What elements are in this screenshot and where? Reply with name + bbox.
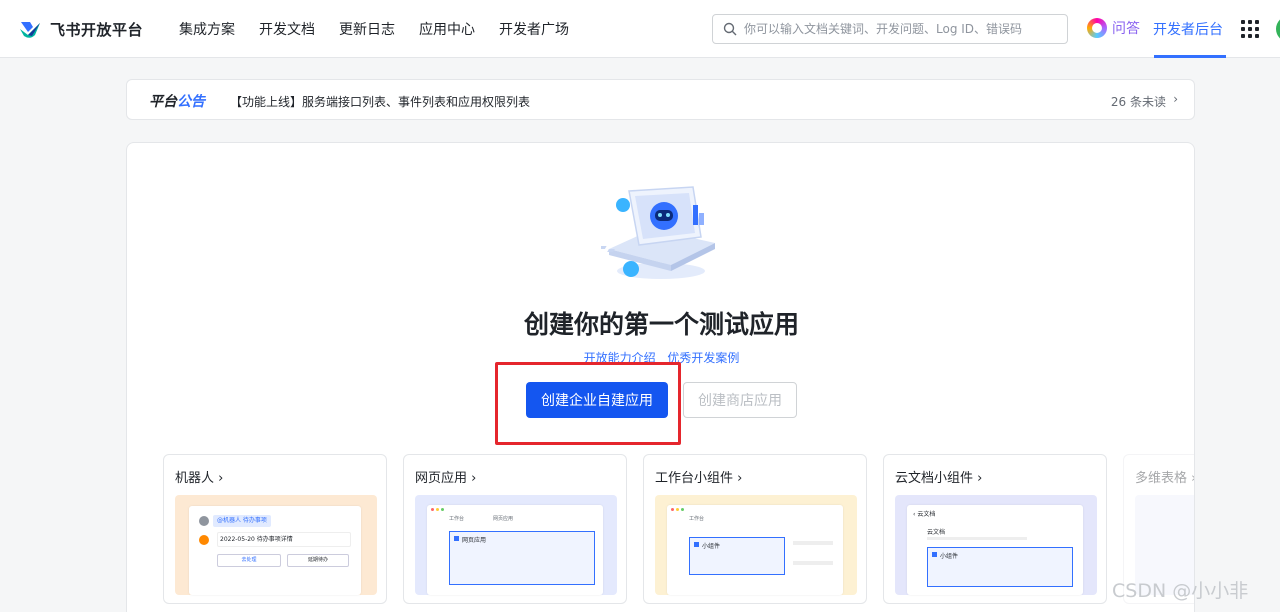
announcement-title: 平台公告 [149, 94, 205, 110]
create-store-app-button[interactable]: 创建商店应用 [683, 382, 797, 418]
template-preview: 工作台 网页应用 网页应用 [415, 495, 617, 595]
logo[interactable]: 飞书开放平台 [18, 19, 143, 40]
create-app-panel: 创建你的第一个测试应用 开放能力介绍 优秀开发案例 创建企业自建应用 创建商店应… [126, 142, 1195, 612]
search-icon [723, 22, 737, 36]
feishu-logo-icon [20, 21, 40, 38]
logo-text: 飞书开放平台 [50, 21, 144, 39]
top-navbar: 飞书开放平台 集成方案 开发文档 更新日志 应用中心 开发者广场 问答 开发者后… [0, 0, 1280, 58]
template-preview: @机器人 待办事项 2022-05-20 待办事项详情 去处理 延期待办 [175, 495, 377, 595]
main-nav: 集成方案 开发文档 更新日志 应用中心 开发者广场 [179, 19, 569, 39]
announcement-bar[interactable]: 平台公告 【功能上线】服务端接口列表、事件列表和应用权限列表 26 条未读 › [126, 79, 1195, 120]
template-preview: ‹ 云文档 云文档 小组件 [895, 495, 1097, 595]
template-card-web-app[interactable]: 网页应用 › 工作台 网页应用 网页应用 [403, 454, 627, 604]
template-card-workbench-widget[interactable]: 工作台小组件 › 工作台 小组件 [643, 454, 867, 604]
capabilities-link[interactable]: 开放能力介绍 [584, 351, 656, 365]
nav-item-integration[interactable]: 集成方案 [179, 19, 235, 39]
avatar[interactable] [1276, 16, 1280, 42]
developer-console-link[interactable]: 开发者后台 [1153, 19, 1223, 39]
announcement-text[interactable]: 【功能上线】服务端接口列表、事件列表和应用权限列表 [230, 93, 530, 110]
template-title: 云文档小组件 › [895, 471, 983, 486]
template-card-doc-widget[interactable]: 云文档小组件 › ‹ 云文档 云文档 小组件 [883, 454, 1107, 604]
laptop-robot-illustration [601, 186, 715, 279]
nav-item-developer-square[interactable]: 开发者广场 [499, 19, 569, 39]
nav-item-docs[interactable]: 开发文档 [259, 19, 315, 39]
template-title: 网页应用 › [415, 471, 477, 486]
nav-item-app-center[interactable]: 应用中心 [419, 19, 475, 39]
unread-count[interactable]: 26 条未读 [1111, 93, 1166, 110]
template-card-bot[interactable]: 机器人 › @机器人 待办事项 2022-05-20 待办事项详情 去处理 延期… [163, 454, 387, 604]
search-input[interactable] [744, 22, 1044, 36]
apps-grid-icon[interactable] [1241, 20, 1259, 38]
template-title: 工作台小组件 › [655, 471, 743, 486]
create-enterprise-app-button[interactable]: 创建企业自建应用 [526, 382, 668, 418]
page-title: 创建你的第一个测试应用 [523, 310, 799, 339]
watermark: CSDN @小小非 [1112, 580, 1249, 602]
intro-links: 开放能力介绍 优秀开发案例 [127, 349, 1194, 366]
template-preview: 工作台 小组件 [655, 495, 857, 595]
ask-ai-button[interactable]: 问答 [1087, 18, 1140, 38]
search-box[interactable] [712, 14, 1068, 44]
ai-ring-icon [1087, 18, 1107, 38]
nav-item-changelog[interactable]: 更新日志 [339, 19, 395, 39]
template-title: 机器人 › [175, 471, 224, 486]
ask-label: 问答 [1112, 21, 1140, 37]
chevron-right-icon[interactable]: › [1173, 92, 1178, 106]
template-title: 多维表格 › [1135, 471, 1194, 486]
cases-link[interactable]: 优秀开发案例 [667, 351, 739, 365]
active-tab-underline [1154, 55, 1226, 58]
